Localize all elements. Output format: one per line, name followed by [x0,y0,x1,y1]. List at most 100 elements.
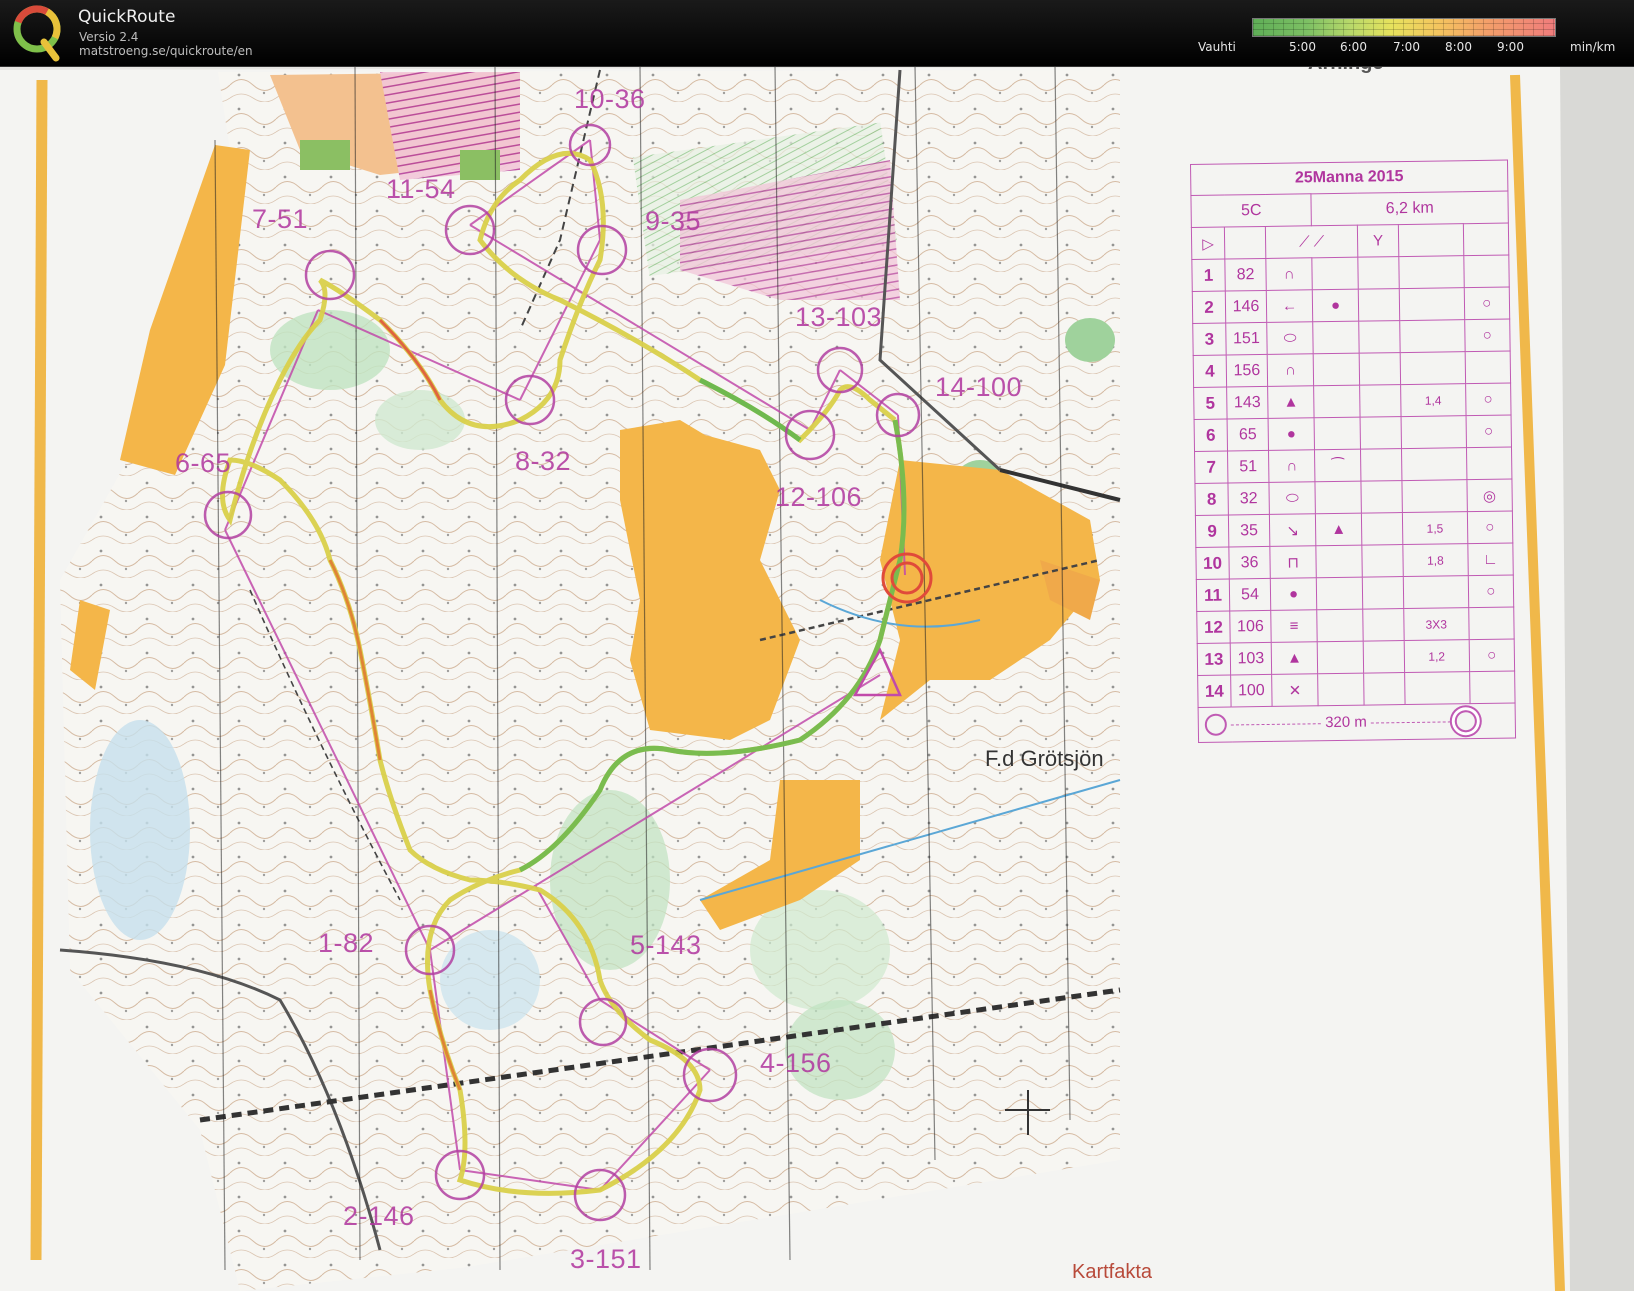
feature-symbol: ● [1268,417,1315,451]
finish-distance: 320 m [1325,713,1367,732]
blank-cell [1362,608,1405,642]
control-label-13: 13-103 [795,302,883,332]
feature-symbol: ▲ [1271,641,1318,675]
dimension [1401,415,1467,449]
location-symbol [1469,671,1516,704]
location-symbol: ○ [1465,415,1512,448]
pace-legend: Vauhti 5:00 6:00 7:00 8:00 9:00 min/km [1190,16,1630,60]
blank-cell [1361,512,1403,546]
control-label-4: 4-156 [760,1048,832,1078]
app-url-link[interactable]: matstroeng.se/quickroute/en [79,44,253,58]
blank-cell [1358,288,1400,322]
description-row: 5 143 ▲ 1,4 ○ [1193,383,1512,420]
start-icon: ▷ [1191,227,1225,260]
dimension: 1,2 [1404,639,1470,673]
dimension: 3X3 [1403,607,1469,641]
feature-detail-symbol: ▲ [1315,513,1362,546]
control-code: 156 [1226,354,1268,388]
blank-cell [1358,320,1401,354]
feature-symbol: ⬭ [1268,481,1316,515]
control-label-14: 14-100 [935,372,1023,402]
location-symbol [1464,351,1511,384]
feature-symbol: ∩ [1268,449,1316,483]
feature-symbol: ⬭ [1266,321,1314,355]
control-label-12: 12-106 [775,482,863,512]
feature-detail-symbol [1312,257,1359,290]
description-row: 3 151 ⬭ ○ [1192,319,1511,356]
location-symbol: ○ [1466,511,1513,544]
quickroute-logo-icon [13,5,61,62]
location-symbol: ∟ [1467,543,1514,576]
pace-tick: 9:00 [1497,40,1524,54]
control-number: 6 [1194,419,1228,452]
course-class: 5C [1190,193,1312,228]
control-label-1: 1-82 [318,928,375,958]
control-number: 5 [1193,387,1228,420]
control-number: 12 [1196,610,1231,644]
blank-cell [1360,448,1402,482]
app-header: QuickRoute Versio 2.4 matstroeng.se/quic… [0,0,1634,67]
feature-detail-symbol [1314,417,1361,450]
feature-detail-symbol [1312,321,1360,354]
pace-tick: 7:00 [1393,40,1420,54]
place-name-kartfakta: Kartfakta [1072,1261,1153,1283]
control-code: 32 [1227,482,1270,515]
feature-symbol: ▲ [1267,385,1315,419]
control-label-11: 11-54 [386,174,456,204]
dimension [1401,479,1467,513]
feature-detail-symbol [1317,673,1365,706]
finish-row: 320 m [1198,703,1516,743]
control-number: 2 [1192,291,1226,324]
feature-symbol: ≡ [1270,609,1318,643]
dimension: 1,5 [1402,511,1468,545]
feature-detail-symbol [1317,641,1364,674]
control-label-5: 5-143 [630,930,702,960]
feature-symbol: ✕ [1271,673,1319,707]
pace-tick: 6:00 [1340,40,1367,54]
description-row: 11 54 ● ○ [1196,575,1514,612]
description-row: 9 35 ↘ ▲ 1,5 ○ [1195,511,1513,548]
location-symbol: ○ [1465,383,1512,416]
feature-detail-symbol [1316,545,1363,578]
control-code: 106 [1229,610,1272,643]
dimension: 1,8 [1402,543,1468,577]
location-symbol: ○ [1463,287,1510,320]
location-symbol [1468,607,1515,640]
control-description-sheet: 25Manna 2015 5C 6,2 km ▷ ⟋ ⟋ Y 1 82 ∩ 2 146 ←… [1190,160,1516,762]
blank-cell [1359,384,1402,418]
control-number: 1 [1191,259,1226,292]
control-code: 51 [1227,450,1269,484]
description-row: 2 146 ← ● ○ [1192,287,1510,324]
control-code: 143 [1226,386,1269,420]
control-code: 151 [1225,322,1268,356]
control-code: 35 [1228,514,1270,547]
feature-symbol: ← [1266,289,1313,323]
feature-detail-symbol: ⁀ [1314,449,1361,482]
location-symbol: ○ [1468,639,1515,672]
feature-symbol: ⊓ [1269,545,1317,579]
blank-cell [1360,416,1402,450]
feature-detail-symbol [1316,577,1363,610]
control-label-9: 9-35 [645,206,702,236]
description-row: 8 32 ⬭ ◎ [1194,479,1513,516]
control-label-7: 7-51 [252,204,309,234]
pace-legend-title: Vauhti [1198,40,1236,54]
blank-cell [1363,640,1405,674]
control-code: 100 [1230,674,1273,707]
feature-detail-symbol [1316,609,1364,642]
feature-detail-symbol: ● [1312,289,1359,322]
event-title: 25Manna 2015 [1190,160,1508,196]
blank-cell [1362,576,1404,610]
orienteering-map[interactable]: 1-82 2-146 3-151 4-156 5-143 6-65 7-51 8… [0,52,1634,1291]
description-row: 7 51 ∩ ⁀ [1194,447,1512,484]
feature-detail-symbol [1315,481,1362,514]
pace-tick: 8:00 [1445,40,1472,54]
control-number: 10 [1195,546,1230,580]
feature-detail-symbol [1313,385,1361,418]
feature-symbol: ↘ [1269,513,1317,547]
dimension [1398,255,1464,289]
feature-symbol: ● [1270,577,1317,611]
description-row: 10 36 ⊓ 1,8 ∟ [1195,543,1514,580]
course-length: 6,2 km [1311,191,1509,226]
feature-detail-symbol [1313,353,1360,386]
